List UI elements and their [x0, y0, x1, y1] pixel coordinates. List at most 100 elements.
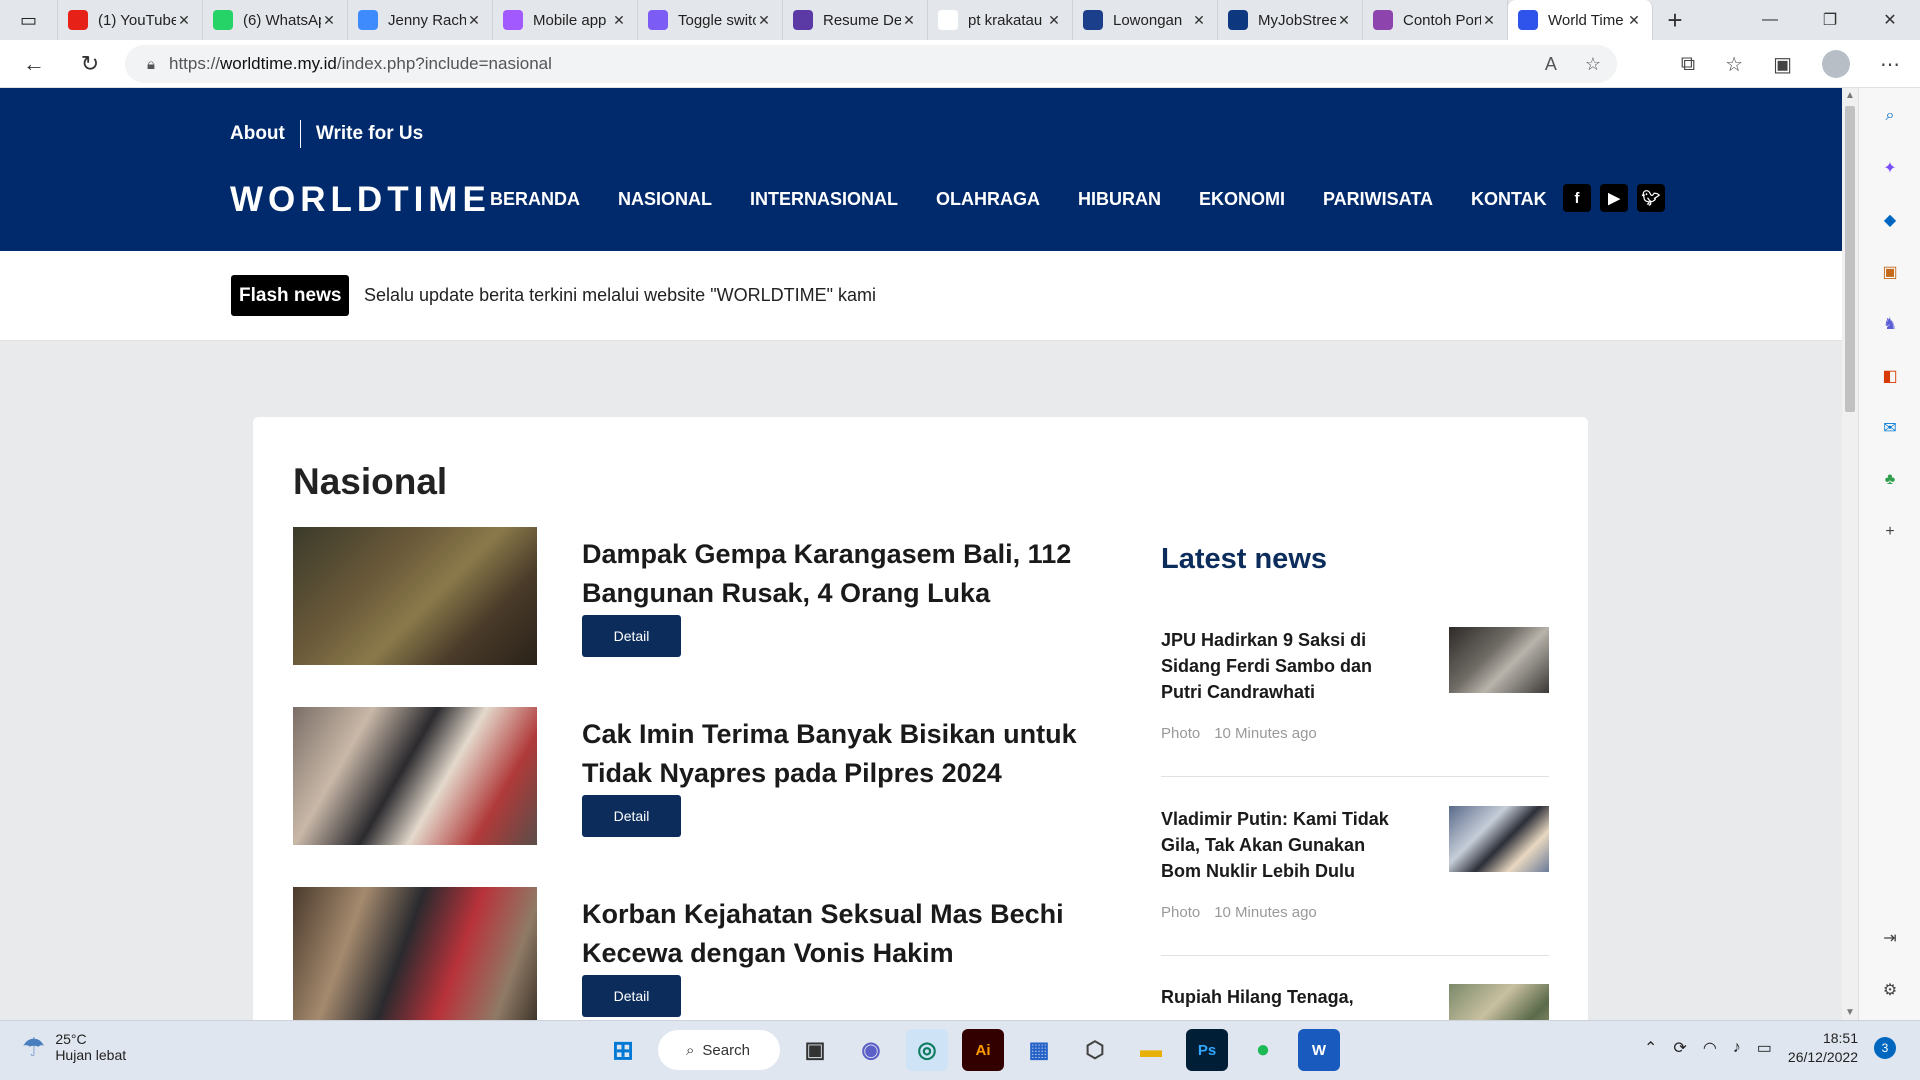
browser-tab[interactable]: Toggle switch✕ — [638, 0, 783, 40]
edge-icon[interactable]: ◎ — [906, 1029, 948, 1071]
browser-tab[interactable]: (6) WhatsApp✕ — [203, 0, 348, 40]
tree-icon[interactable]: ♣ — [1878, 468, 1902, 492]
article-thumbnail[interactable] — [293, 707, 537, 845]
unity-icon[interactable]: ⬡ — [1074, 1029, 1116, 1071]
close-tab-icon[interactable]: ✕ — [176, 12, 192, 29]
chevron-up-icon[interactable]: ⌃ — [1644, 1038, 1657, 1058]
article-headline[interactable]: Dampak Gempa Karangasem Bali, 112 Bangun… — [582, 535, 1112, 613]
extensions-icon[interactable]: ⧉ — [1681, 53, 1695, 76]
nav-item-olahraga[interactable]: OLAHRAGA — [936, 189, 1040, 210]
close-tab-icon[interactable]: ✕ — [901, 12, 917, 29]
latest-headline[interactable]: JPU Hadirkan 9 Saksi di Sidang Ferdi Sam… — [1161, 627, 1406, 705]
nav-item-ekonomi[interactable]: EKONOMI — [1199, 189, 1285, 210]
youtube-icon[interactable]: ▶ — [1600, 184, 1628, 212]
store-icon[interactable]: ▦ — [1018, 1029, 1060, 1071]
close-tab-icon[interactable]: ✕ — [1626, 12, 1642, 29]
close-tab-icon[interactable]: ✕ — [1336, 12, 1352, 29]
wifi-icon[interactable]: ◠ — [1703, 1038, 1717, 1058]
illustrator-icon[interactable]: Ai — [962, 1029, 1004, 1071]
photoshop-icon[interactable]: Ps — [1186, 1029, 1228, 1071]
browser-tab[interactable]: Jenny Rachel✕ — [348, 0, 493, 40]
spotify-icon[interactable]: ● — [1242, 1029, 1284, 1071]
detail-button[interactable]: Detail — [582, 975, 681, 1017]
twitter-icon[interactable]: 🐦︎ — [1637, 184, 1665, 212]
latest-thumbnail[interactable] — [1449, 627, 1549, 693]
add-icon[interactable]: + — [1878, 520, 1902, 544]
latest-headline[interactable]: Rupiah Hilang Tenaga, — [1161, 984, 1406, 1010]
site-logo[interactable]: WORLDTIME — [230, 180, 491, 220]
favorites-icon[interactable]: ☆ — [1725, 52, 1743, 77]
page-scrollbar[interactable]: ▲ ▼ — [1842, 88, 1858, 1020]
close-tab-icon[interactable]: ✕ — [466, 12, 482, 29]
browser-tab[interactable]: pt krakatau ✕ — [928, 0, 1073, 40]
browser-tab[interactable]: Mobile app ✕ — [493, 0, 638, 40]
more-menu-icon[interactable]: ⋯ — [1880, 52, 1900, 77]
clock[interactable]: 18:51 26/12/2022 — [1788, 1029, 1858, 1067]
latest-headline[interactable]: Vladimir Putin: Kami Tidak Gila, Tak Aka… — [1161, 806, 1406, 884]
facebook-icon[interactable]: f — [1563, 184, 1591, 212]
article-headline[interactable]: Korban Kejahatan Seksual Mas Bechi Kecew… — [582, 895, 1112, 973]
close-tab-icon[interactable]: ✕ — [611, 12, 627, 29]
tab-actions-button[interactable]: ▭ — [0, 0, 58, 40]
scroll-down-icon[interactable]: ▼ — [1842, 1007, 1858, 1018]
browser-tab[interactable]: (1) YouTube ✕ — [58, 0, 203, 40]
profile-avatar[interactable] — [1822, 50, 1850, 78]
browser-tab[interactable]: Contoh Portfolio✕ — [1363, 0, 1508, 40]
nav-item-pariwisata[interactable]: PARIWISATA — [1323, 189, 1433, 210]
weather-widget[interactable]: ☂ 25°C Hujan lebat — [22, 1031, 126, 1063]
close-window-button[interactable]: ✕ — [1860, 0, 1920, 40]
nav-item-beranda[interactable]: BERANDA — [490, 189, 580, 210]
url-field[interactable]: 🔒︎ https://worldtime.my.id/index.php?inc… — [125, 45, 1617, 83]
notification-badge[interactable]: 3 — [1874, 1037, 1896, 1059]
teams-chat-icon[interactable]: ◉ — [850, 1029, 892, 1071]
browser-tab[interactable]: Resume Designer✕ — [783, 0, 928, 40]
nav-item-nasional[interactable]: NASIONAL — [618, 189, 712, 210]
browser-tab[interactable]: MyJobStreet ✕ — [1218, 0, 1363, 40]
search-icon[interactable]: ⌕ — [1878, 104, 1902, 128]
close-tab-icon[interactable]: ✕ — [756, 12, 772, 29]
games-icon[interactable]: ♞ — [1878, 312, 1902, 336]
article-thumbnail[interactable] — [293, 527, 537, 665]
word-icon[interactable]: W — [1298, 1029, 1340, 1071]
close-tab-icon[interactable]: ✕ — [321, 12, 337, 29]
office-icon[interactable]: ◧ — [1878, 364, 1902, 388]
start-icon[interactable]: ⊞ — [602, 1029, 644, 1071]
refresh-button[interactable]: ↻ — [62, 51, 118, 77]
file-explorer-icon[interactable]: ▬ — [1130, 1029, 1172, 1071]
task-view-icon[interactable]: ▣ — [794, 1029, 836, 1071]
write-for-us-link[interactable]: Write for Us — [316, 123, 423, 145]
sync-icon[interactable]: ⟳ — [1673, 1038, 1686, 1058]
battery-icon[interactable]: ▭ — [1757, 1038, 1772, 1058]
nav-item-kontak[interactable]: KONTAK — [1471, 189, 1547, 210]
tools-icon[interactable]: ▣ — [1878, 260, 1902, 284]
minimize-button[interactable]: — — [1740, 0, 1800, 40]
taskbar-search[interactable]: ⌕ Search — [658, 1030, 780, 1070]
latest-thumbnail[interactable] — [1449, 806, 1549, 872]
shopping-icon[interactable]: ◆ — [1878, 208, 1902, 232]
about-link[interactable]: About — [230, 123, 285, 145]
nav-item-internasional[interactable]: INTERNASIONAL — [750, 189, 898, 210]
article-headline[interactable]: Cak Imin Terima Banyak Bisikan untuk Tid… — [582, 715, 1112, 793]
close-tab-icon[interactable]: ✕ — [1481, 12, 1497, 29]
new-tab-button[interactable]: + — [1653, 5, 1697, 36]
detail-button[interactable]: Detail — [582, 795, 681, 837]
add-favorite-icon[interactable]: ☆ — [1585, 54, 1601, 75]
scrollbar-thumb[interactable] — [1845, 106, 1855, 412]
outlook-icon[interactable]: ✉ — [1878, 416, 1902, 440]
browser-tab[interactable]: World Time ✕ — [1508, 0, 1653, 40]
browser-tab[interactable]: Lowongan ✕ — [1073, 0, 1218, 40]
maximize-button[interactable]: ❐ — [1800, 0, 1860, 40]
close-tab-icon[interactable]: ✕ — [1046, 12, 1062, 29]
latest-thumbnail[interactable] — [1449, 984, 1549, 1020]
back-button[interactable]: ← — [6, 51, 62, 77]
detail-button[interactable]: Detail — [582, 615, 681, 657]
volume-icon[interactable]: ♪ — [1733, 1039, 1741, 1057]
scroll-up-icon[interactable]: ▲ — [1842, 90, 1858, 101]
article-thumbnail[interactable] — [293, 887, 537, 1020]
close-tab-icon[interactable]: ✕ — [1191, 12, 1207, 29]
collections-icon[interactable]: ▣ — [1773, 52, 1792, 77]
copilot-icon[interactable]: ✦ — [1878, 156, 1902, 180]
read-aloud-icon[interactable]: A — [1545, 54, 1557, 75]
settings-icon[interactable]: ⚙ — [1878, 978, 1902, 1002]
hide-sidebar-icon[interactable]: ⇥ — [1878, 926, 1902, 950]
